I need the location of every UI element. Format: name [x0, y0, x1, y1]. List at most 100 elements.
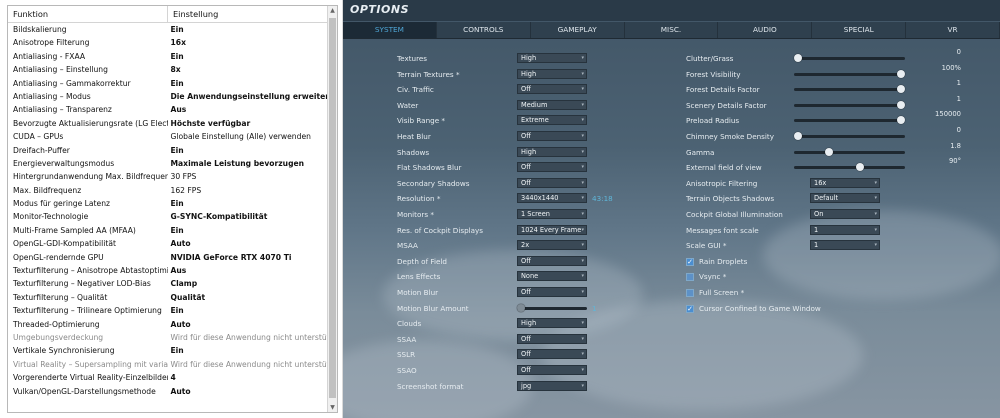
setting-value[interactable]: Auto — [168, 318, 329, 331]
setting-value[interactable]: Qualität — [168, 291, 329, 304]
checkbox-label[interactable]: Vsync * — [699, 272, 726, 281]
setting-value[interactable]: Ein — [168, 304, 329, 317]
setting-dropdown[interactable]: Off ▾ — [517, 365, 587, 375]
table-row[interactable]: OpenGL-rendernde GPU NVIDIA GeForce RTX 4… — [8, 251, 328, 264]
setting-value[interactable]: Ein — [168, 344, 329, 357]
checkbox-label[interactable]: Cursor Confined to Game Window — [699, 304, 821, 313]
table-row[interactable]: Antialiasing – Modus Die Anwendungseinste… — [8, 90, 328, 103]
slider-knob[interactable] — [517, 303, 525, 312]
setting-slider[interactable] — [517, 303, 587, 312]
setting-dropdown[interactable]: Off ▾ — [517, 84, 587, 95]
table-row[interactable]: Vulkan/OpenGL-Darstellungsmethode Auto — [8, 385, 328, 398]
slider-knob[interactable] — [897, 116, 905, 125]
table-row[interactable]: Energieverwaltungsmodus Maximale Leistung… — [8, 157, 328, 170]
setting-dropdown[interactable]: 1 ▾ — [810, 224, 880, 235]
setting-value[interactable]: Ein — [168, 144, 329, 157]
setting-value[interactable]: 8x — [168, 63, 329, 76]
checkbox-unchecked[interactable] — [686, 273, 694, 282]
tab-misc[interactable]: MISC. — [625, 22, 719, 38]
table-row[interactable]: Multi-Frame Sampled AA (MFAA) Ein — [8, 224, 328, 237]
checkbox-label[interactable]: Full Screen * — [699, 288, 744, 297]
setting-dropdown[interactable]: Medium ▾ — [517, 99, 587, 110]
slider-knob[interactable] — [897, 69, 905, 78]
setting-value[interactable]: Auto — [168, 385, 329, 398]
table-row[interactable]: Modus für geringe Latenz Ein — [8, 197, 328, 210]
column-header-setting[interactable]: Einstellung — [168, 6, 218, 22]
setting-value[interactable]: 30 FPS — [168, 170, 329, 183]
setting-dropdown[interactable]: Off ▾ — [517, 162, 587, 173]
table-row[interactable]: Vorgerenderte Virtual Reality-Einzelbild… — [8, 371, 328, 384]
setting-value[interactable]: Ein — [168, 77, 329, 90]
slider-knob[interactable] — [794, 54, 802, 62]
setting-dropdown[interactable]: Default ▾ — [810, 193, 880, 204]
vertical-scrollbar[interactable]: ▲ ▼ — [327, 6, 337, 412]
setting-dropdown[interactable]: Off ▾ — [517, 349, 587, 360]
setting-slider[interactable] — [794, 69, 905, 78]
setting-dropdown[interactable]: Off ▾ — [517, 287, 587, 297]
table-row[interactable]: Texturfilterung – Negativer LOD-Bias Clam… — [8, 277, 328, 290]
setting-slider[interactable] — [794, 116, 905, 125]
table-row[interactable]: Texturfilterung – Trilineare Optimierung… — [8, 304, 328, 317]
setting-value[interactable]: 4 — [168, 371, 329, 384]
tab-vr[interactable]: VR — [906, 22, 1000, 38]
slider-knob[interactable] — [897, 85, 905, 94]
tab-gameplay[interactable]: GAMEPLAY — [531, 22, 625, 38]
setting-dropdown[interactable]: 2x ▾ — [517, 240, 587, 251]
setting-dropdown[interactable]: jpg ▾ — [517, 380, 587, 391]
table-row[interactable]: Vertikale Synchronisierung Ein — [8, 344, 328, 357]
setting-value[interactable]: Wird für diese Anwendung nicht unterstüt… — [168, 331, 329, 344]
setting-value[interactable]: 16x — [168, 36, 329, 49]
slider-knob[interactable] — [855, 163, 864, 172]
setting-dropdown[interactable]: High ▾ — [517, 68, 587, 79]
setting-slider[interactable] — [794, 85, 905, 94]
setting-value[interactable]: Ein — [168, 50, 329, 63]
setting-slider[interactable] — [794, 163, 905, 172]
setting-value[interactable]: G-SYNC-Kompatibilität — [168, 210, 329, 223]
table-row[interactable]: Bildskalierung Ein — [8, 23, 328, 36]
setting-value[interactable]: Aus — [168, 103, 329, 116]
table-row[interactable]: Texturfilterung – Qualität Qualität — [8, 291, 328, 304]
setting-slider[interactable] — [794, 100, 905, 109]
table-row[interactable]: Texturfilterung – Anisotrope Abtastoptim… — [8, 264, 328, 277]
scroll-up-icon[interactable]: ▲ — [328, 6, 337, 15]
slider-knob[interactable] — [824, 147, 833, 156]
table-row[interactable]: Hintergrundanwendung Max. Bildfrequenz 30… — [8, 170, 328, 183]
tab-system[interactable]: SYSTEM — [343, 22, 437, 38]
setting-dropdown[interactable]: High ▾ — [517, 146, 587, 157]
tab-audio[interactable]: AUDIO — [718, 22, 813, 38]
column-header-function[interactable]: Funktion — [8, 6, 168, 22]
setting-value[interactable]: Die Anwendungseinstellung erweitern — [168, 90, 329, 103]
table-row[interactable]: Dreifach-Puffer Ein — [8, 144, 328, 157]
setting-value[interactable]: Höchste verfügbar — [168, 117, 329, 130]
table-row[interactable]: Antialiasing – Transparenz Aus — [8, 103, 328, 116]
setting-slider[interactable] — [794, 54, 905, 62]
setting-value[interactable]: Clamp — [168, 277, 329, 290]
table-row[interactable]: OpenGL-GDI-Kompatibilität Auto — [8, 237, 328, 250]
table-row[interactable]: Antialiasing – Gammakorrektur Ein — [8, 77, 328, 90]
setting-slider[interactable] — [794, 147, 905, 156]
checkbox-label[interactable]: Rain Droplets — [699, 257, 747, 266]
setting-dropdown[interactable]: High ▾ — [517, 53, 587, 63]
setting-value[interactable]: Ein — [168, 224, 329, 237]
tab-special[interactable]: SPECIAL — [812, 22, 907, 38]
setting-value[interactable]: Maximale Leistung bevorzugen — [168, 157, 329, 170]
setting-dropdown[interactable]: Off ▾ — [517, 177, 587, 188]
setting-dropdown[interactable]: 1 Screen ▾ — [517, 209, 587, 219]
setting-dropdown[interactable]: 16x ▾ — [810, 177, 880, 188]
setting-value[interactable]: 162 FPS — [168, 184, 329, 197]
setting-dropdown[interactable]: 3440x1440 ▾ — [517, 193, 587, 204]
slider-knob[interactable] — [794, 132, 802, 140]
tab-controls[interactable]: CONTROLS — [437, 22, 531, 38]
checkbox-checked[interactable]: ✓ — [686, 304, 694, 313]
scroll-down-icon[interactable]: ▼ — [328, 403, 337, 412]
table-row[interactable]: Threaded-Optimierung Auto — [8, 318, 328, 331]
setting-value[interactable]: NVIDIA GeForce RTX 4070 Ti — [168, 251, 329, 264]
table-row[interactable]: CUDA – GPUs Globale Einstellung (Alle) ve… — [8, 130, 328, 143]
setting-dropdown[interactable]: 1 ▾ — [810, 240, 880, 251]
setting-dropdown[interactable]: Off ▾ — [517, 333, 587, 344]
table-row[interactable]: Antialiasing – Einstellung 8x — [8, 63, 328, 76]
setting-dropdown[interactable]: Extreme ▾ — [517, 115, 587, 126]
setting-value[interactable]: Auto — [168, 237, 329, 250]
setting-value[interactable]: Wird für diese Anwendung nicht unterstüt… — [168, 358, 329, 371]
setting-dropdown[interactable]: Off ▾ — [517, 255, 587, 266]
